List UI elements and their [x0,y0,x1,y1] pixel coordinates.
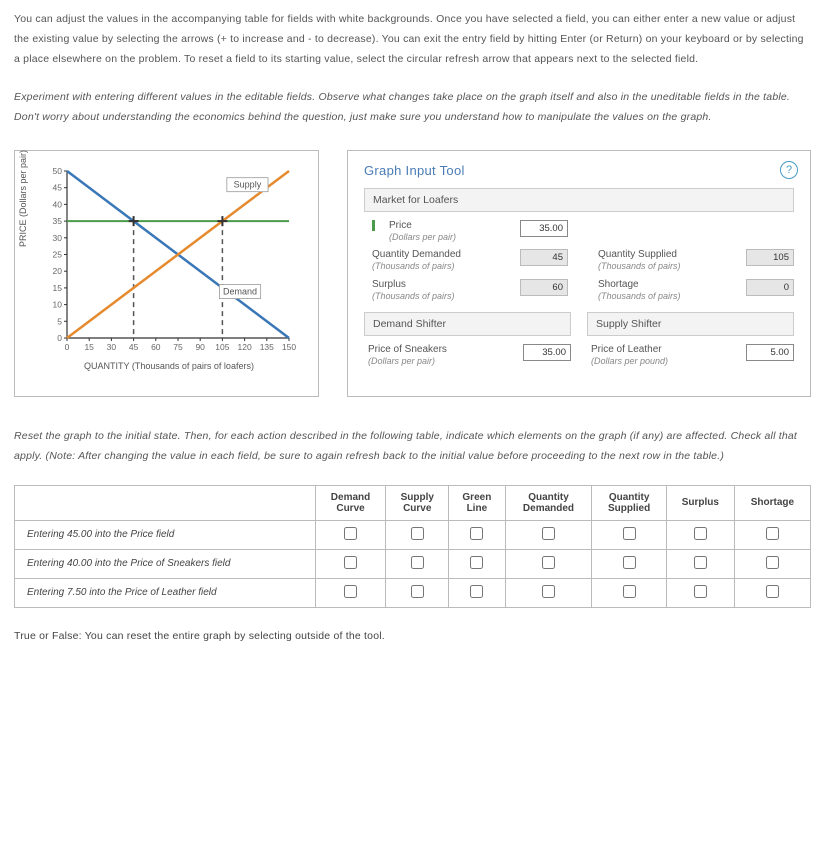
svg-text:150: 150 [282,342,296,352]
effect-checkbox[interactable] [411,527,424,540]
effect-checkbox[interactable] [694,527,707,540]
effect-checkbox[interactable] [411,585,424,598]
effect-checkbox[interactable] [542,556,555,569]
sneakers-label: Price of Sneakers [368,344,513,356]
svg-text:30: 30 [53,232,63,242]
price-input[interactable] [520,220,568,237]
price-color-indicator [372,220,375,231]
effect-checkbox[interactable] [766,556,779,569]
svg-text:5: 5 [57,316,62,326]
shortage-label: Shortage [598,279,736,291]
column-header: DemandCurve [315,485,386,520]
column-header: GreenLine [449,485,506,520]
row-label: Entering 7.50 into the Price of Leather … [15,578,316,607]
effect-checkbox[interactable] [623,527,636,540]
svg-text:60: 60 [151,342,161,352]
column-header: QuantityDemanded [505,485,592,520]
effect-checkbox[interactable] [542,527,555,540]
panel-title: Graph Input Tool [364,163,794,178]
svg-text:15: 15 [53,283,63,293]
effects-table: DemandCurveSupplyCurveGreenLineQuantityD… [14,485,811,608]
svg-text:0: 0 [57,333,62,343]
surplus-sublabel: (Thousands of pairs) [372,291,510,302]
chart-panel: 0 5 10 15 20 25 30 35 40 45 50 0 15 30 45 60 75 90 105 120 1… [14,150,319,397]
x-axis-label: QUANTITY (Thousands of pairs of loafers) [39,361,299,371]
svg-text:120: 120 [238,342,252,352]
sneakers-input[interactable] [523,344,571,361]
true-false-question: True or False: You can reset the entire … [14,630,811,642]
leather-sublabel: (Dollars per pound) [591,356,736,367]
sneakers-sublabel: (Dollars per pair) [368,356,513,367]
svg-text:Supply: Supply [234,179,262,189]
qs-label: Quantity Supplied [598,249,736,261]
svg-text:90: 90 [195,342,205,352]
effect-checkbox[interactable] [623,585,636,598]
tool-container: 0 5 10 15 20 25 30 35 40 45 50 0 15 30 45 60 75 90 105 120 1… [14,150,811,397]
help-icon[interactable]: ? [780,161,798,179]
svg-text:30: 30 [107,342,117,352]
effect-checkbox[interactable] [344,556,357,569]
svg-text:15: 15 [84,342,94,352]
question-prompt: Reset the graph to the initial state. Th… [14,427,811,467]
svg-text:50: 50 [53,166,63,176]
qs-output [746,249,794,266]
market-section-header: Market for Loafers [364,188,794,212]
svg-text:20: 20 [53,266,63,276]
svg-text:105: 105 [215,342,229,352]
svg-text:10: 10 [53,299,63,309]
svg-text:75: 75 [173,342,183,352]
svg-text:45: 45 [129,342,139,352]
effect-checkbox[interactable] [766,527,779,540]
instruction-paragraph-2: Experiment with entering different value… [14,88,811,128]
effect-checkbox[interactable] [694,556,707,569]
effect-checkbox[interactable] [344,585,357,598]
effect-checkbox[interactable] [542,585,555,598]
effect-checkbox[interactable] [694,585,707,598]
column-header: Surplus [666,485,734,520]
instruction-paragraph-1: You can adjust the values in the accompa… [14,10,811,70]
shortage-sublabel: (Thousands of pairs) [598,291,736,302]
surplus-output [520,279,568,296]
effect-checkbox[interactable] [766,585,779,598]
effect-checkbox[interactable] [411,556,424,569]
qd-label: Quantity Demanded [372,249,510,261]
supply-shifter-header: Supply Shifter [587,312,794,336]
price-sublabel: (Dollars per pair) [389,232,510,243]
svg-text:135: 135 [260,342,274,352]
effect-checkbox[interactable] [470,585,483,598]
row-label: Entering 40.00 into the Price of Sneaker… [15,549,316,578]
effect-checkbox[interactable] [470,527,483,540]
row-label: Entering 45.00 into the Price field [15,520,316,549]
svg-text:Demand: Demand [223,286,257,296]
svg-text:35: 35 [53,216,63,226]
effect-checkbox[interactable] [344,527,357,540]
column-header: Shortage [734,485,810,520]
leather-input[interactable] [746,344,794,361]
surplus-label: Surplus [372,279,510,291]
effect-checkbox[interactable] [470,556,483,569]
effect-checkbox[interactable] [623,556,636,569]
leather-label: Price of Leather [591,344,736,356]
shortage-output [746,279,794,296]
y-axis-label: PRICE (Dollars per pair) [18,150,28,247]
qd-sublabel: (Thousands of pairs) [372,261,510,272]
demand-shifter-header: Demand Shifter [364,312,571,336]
supply-demand-chart[interactable]: 0 5 10 15 20 25 30 35 40 45 50 0 15 30 45 60 75 90 105 120 1… [39,165,299,360]
column-header: QuantitySupplied [592,485,667,520]
svg-text:25: 25 [53,249,63,259]
price-label: Price [389,220,510,232]
graph-input-tool: ? Graph Input Tool Market for Loafers Pr… [347,150,811,397]
column-header: SupplyCurve [386,485,449,520]
svg-text:0: 0 [65,342,70,352]
qs-sublabel: (Thousands of pairs) [598,261,736,272]
svg-text:45: 45 [53,182,63,192]
svg-text:40: 40 [53,199,63,209]
qd-output [520,249,568,266]
